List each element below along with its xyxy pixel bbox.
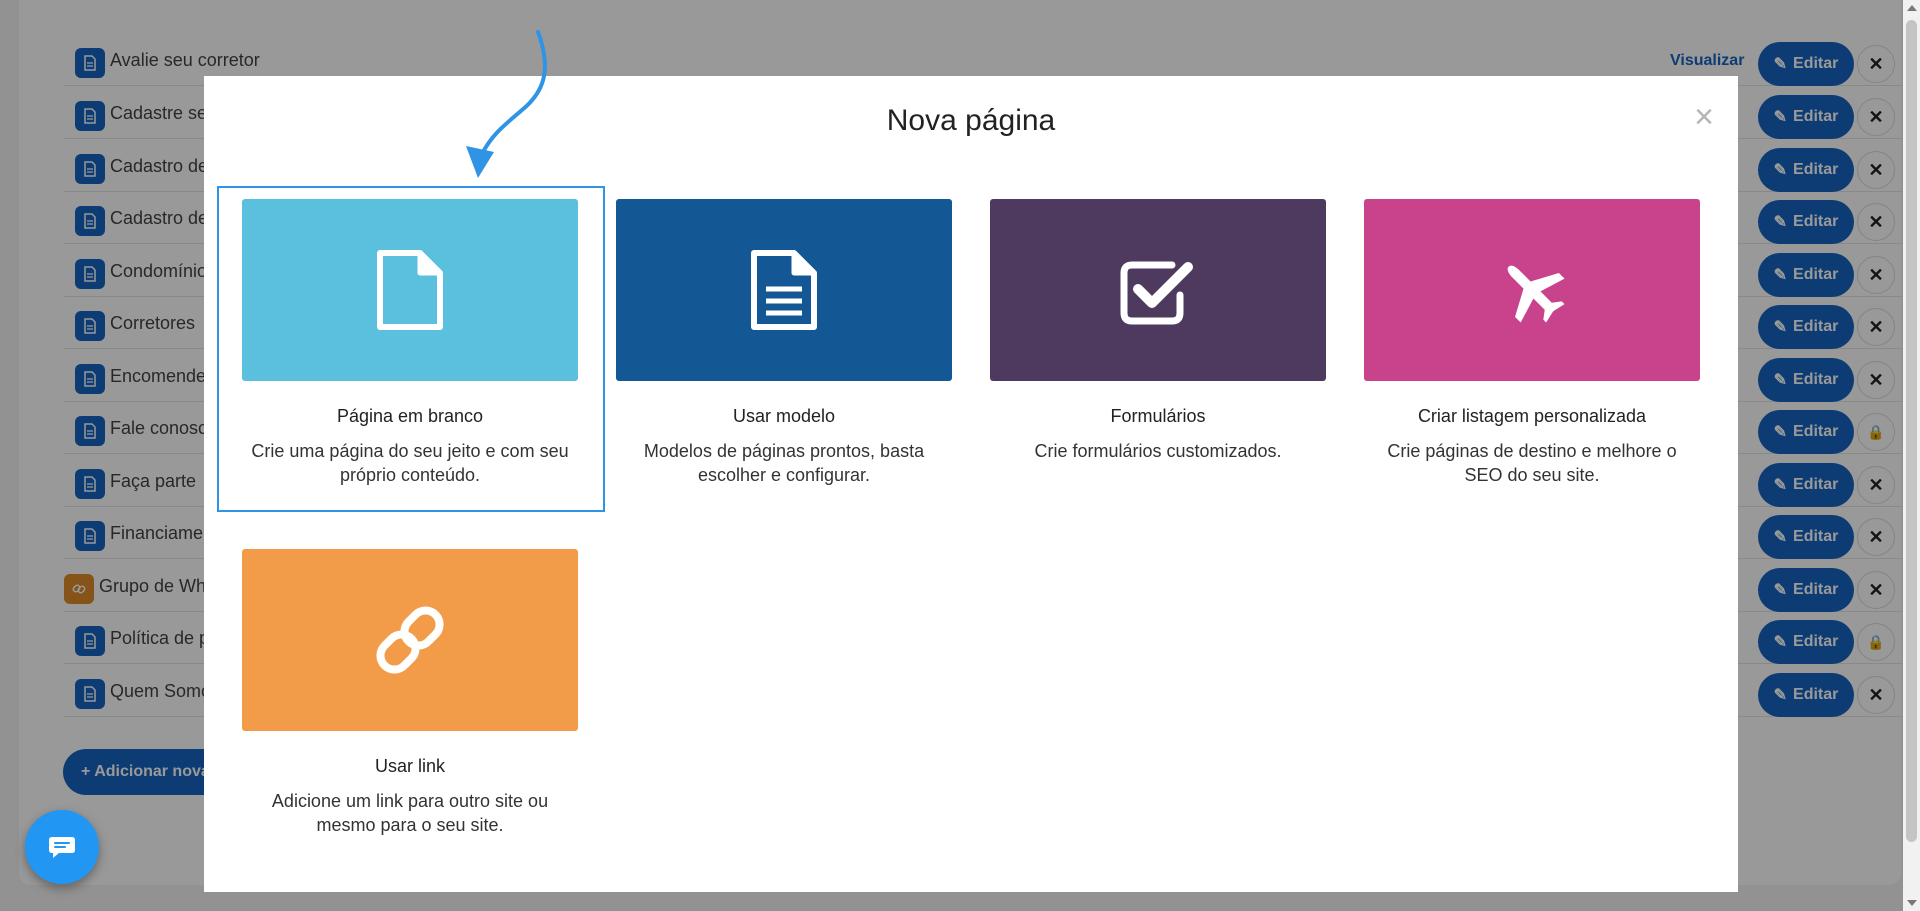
option-description: Modelos de páginas prontos, basta escolh… — [643, 441, 925, 485]
option-description: Crie páginas de destino e melhore o SEO … — [1387, 441, 1677, 485]
option-title: Formulários — [1110, 406, 1206, 426]
option-tile[interactable] — [242, 549, 578, 731]
option-tile[interactable] — [990, 199, 1326, 381]
chat-button[interactable] — [25, 810, 99, 884]
template-page-icon — [751, 250, 817, 330]
close-button[interactable]: × — [1694, 100, 1714, 134]
chat-icon — [49, 837, 75, 858]
tutorial-arrow-icon — [466, 30, 547, 178]
modal-title: Nova página — [886, 104, 1056, 137]
option-title: Criar listagem personalizada — [1417, 406, 1647, 426]
scrollbar[interactable] — [1903, 0, 1920, 911]
option-tile[interactable] — [1364, 199, 1700, 381]
option-use-template[interactable]: Usar modelo Modelos de páginas prontos, … — [616, 199, 952, 487]
scrollbar-thumb[interactable] — [1906, 20, 1917, 842]
scroll-down-arrow[interactable] — [1907, 900, 1917, 906]
chain-link-icon — [376, 606, 444, 674]
option-forms[interactable]: Formulários Crie formulários customizado… — [990, 199, 1326, 463]
highlight-box — [217, 186, 605, 512]
option-use-link[interactable]: Usar link Adicione um link para outro si… — [242, 549, 578, 837]
option-description: Adicione um link para outro site ou mesm… — [271, 791, 549, 835]
airplane-icon — [1507, 265, 1565, 323]
scroll-up-arrow[interactable] — [1907, 5, 1917, 11]
option-title: Usar modelo — [732, 406, 836, 426]
option-tile[interactable] — [616, 199, 952, 381]
option-title: Usar link — [374, 756, 445, 776]
option-description: Crie formulários customizados. — [1034, 441, 1282, 461]
checkbox-icon — [1120, 261, 1193, 325]
option-custom-listing[interactable]: Criar listagem personalizada Crie página… — [1364, 199, 1700, 487]
